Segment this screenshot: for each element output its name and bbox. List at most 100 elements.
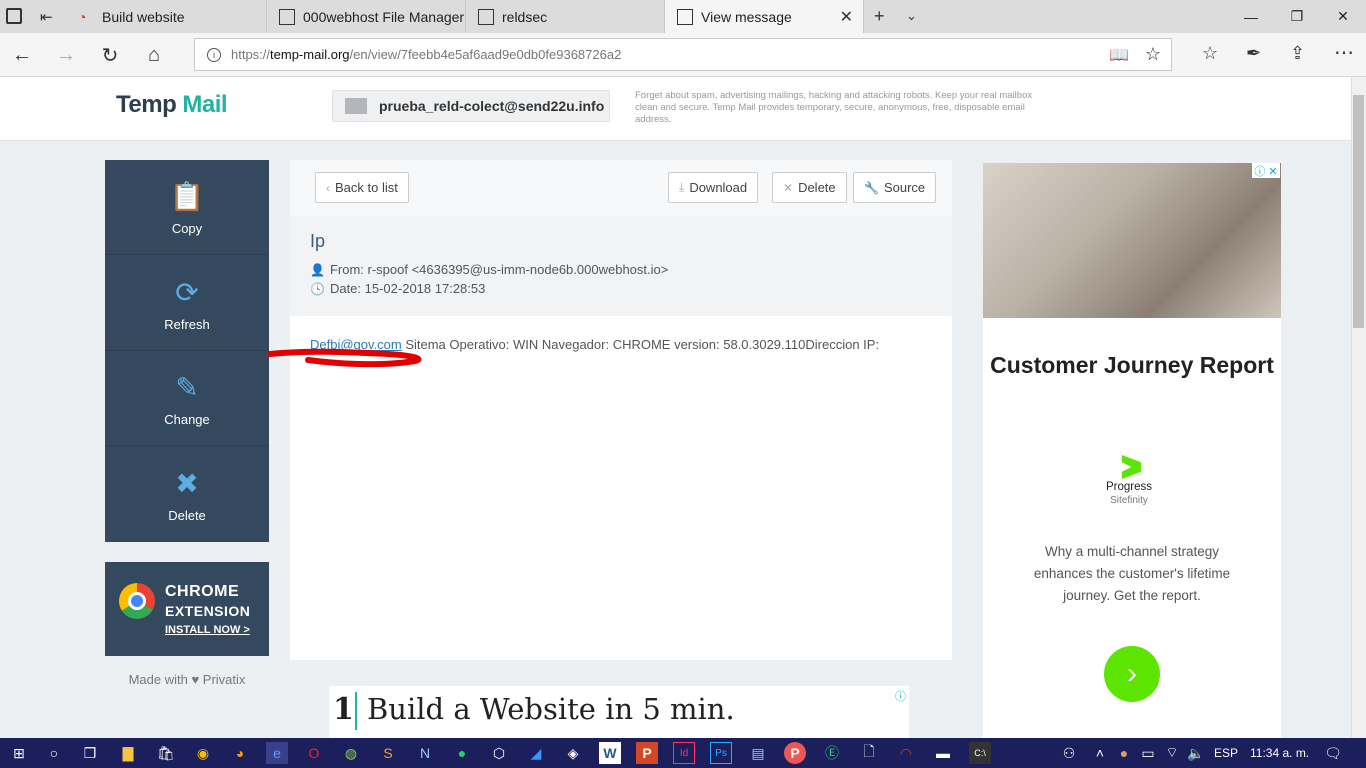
- temp-mail-logo[interactable]: Temp Mail: [116, 91, 228, 119]
- url-text: https://temp-mail.org/en/view/7feebb4e5a…: [231, 47, 622, 62]
- globe-icon[interactable]: ◍: [340, 742, 362, 764]
- volume-icon[interactable]: 🔈: [1185, 742, 1207, 764]
- people-icon[interactable]: ⚇: [1058, 742, 1080, 764]
- notepad-icon[interactable]: N: [414, 742, 436, 764]
- back-to-list-button[interactable]: ‹ Back to list: [315, 172, 409, 203]
- banner-divider: [355, 692, 357, 730]
- sublime-icon[interactable]: S: [377, 742, 399, 764]
- message-subject: Ip: [310, 231, 326, 251]
- task-view-icon[interactable]: ❒: [79, 742, 101, 764]
- email-address-box[interactable]: prueba_reld-colect@send22u.info: [332, 90, 610, 122]
- powerpoint-icon[interactable]: P: [636, 742, 658, 764]
- tab-view-message[interactable]: View message ✕: [665, 0, 864, 33]
- ad-brand: Progress: [1105, 481, 1153, 493]
- info-icon[interactable]: i: [207, 47, 221, 62]
- e-app-icon[interactable]: Ⓔ: [821, 742, 843, 764]
- change-button[interactable]: ✎ Change: [105, 351, 269, 446]
- tab-reldsec[interactable]: reldsec: [466, 0, 665, 33]
- p-app-icon[interactable]: P: [784, 742, 806, 764]
- forward-icon[interactable]: →: [44, 33, 88, 77]
- home-icon[interactable]: ⌂: [132, 33, 176, 77]
- download-icon: ⤓: [679, 180, 685, 194]
- tray-chevron-up-icon[interactable]: ˄: [1089, 742, 1111, 764]
- document-icon[interactable]: 🗋: [858, 742, 880, 764]
- ad-info-icon[interactable]: ⓘ: [895, 688, 906, 704]
- change-label: Change: [164, 411, 210, 427]
- close-window-button[interactable]: ✕: [1320, 0, 1366, 33]
- indesign-icon[interactable]: Id: [673, 742, 695, 764]
- wifi-icon[interactable]: ⌔: [1161, 742, 1183, 764]
- email-address[interactable]: prueba_reld-colect@send22u.info: [379, 98, 604, 114]
- tab-manager-icon[interactable]: [6, 8, 22, 24]
- page-icon: [279, 8, 295, 25]
- tab-file-manager[interactable]: 000webhost File Manager: [267, 0, 466, 33]
- word-icon[interactable]: W: [599, 742, 621, 764]
- red-scribble-redaction: [268, 348, 422, 368]
- tray-app-icon[interactable]: ●: [1113, 742, 1135, 764]
- refresh-label: Refresh: [164, 316, 210, 332]
- download-button[interactable]: ⤓ Download: [668, 172, 759, 203]
- firefox-icon[interactable]: ◕: [229, 742, 251, 764]
- more-icon[interactable]: ⋯: [1334, 40, 1354, 65]
- action-center-icon[interactable]: 🗨: [1322, 742, 1344, 764]
- terminal-icon[interactable]: C:\: [969, 742, 991, 764]
- cube-icon[interactable]: ⬡: [488, 742, 510, 764]
- tab-label: View message: [701, 8, 792, 25]
- close-tab-icon[interactable]: ✕: [840, 7, 853, 27]
- message-from: 👤 From: r-spoof <4636395@us-imm-node6b.0…: [310, 262, 668, 277]
- opera-icon[interactable]: O: [303, 742, 325, 764]
- store-icon[interactable]: 🛍: [155, 742, 177, 764]
- restore-button[interactable]: ❐: [1274, 0, 1320, 33]
- app-icon[interactable]: ◢: [525, 742, 547, 764]
- share-icon[interactable]: ⇪: [1290, 43, 1305, 64]
- install-now-link[interactable]: INSTALL NOW >: [165, 624, 250, 636]
- banner-text: Build a Website in 5 min.: [367, 692, 735, 726]
- eye-icon[interactable]: ◈: [562, 742, 584, 764]
- url-bar[interactable]: i https://temp-mail.org/en/view/7feebb4e…: [194, 38, 1172, 71]
- source-button[interactable]: 🔧 Source: [853, 172, 937, 203]
- tab-label: Build website: [102, 8, 185, 25]
- file-explorer-icon[interactable]: ▇: [117, 742, 139, 764]
- windows-start-icon[interactable]: ⊞: [8, 742, 30, 764]
- tab-label: 000webhost File Manager: [303, 8, 465, 25]
- edge-icon[interactable]: e: [266, 742, 288, 764]
- ad-brand-sub: Sitefinity: [1110, 495, 1148, 506]
- refresh-button[interactable]: ⟳ Refresh: [105, 256, 269, 351]
- minimize-button[interactable]: —: [1228, 0, 1274, 33]
- delete-message-label: Delete: [798, 180, 836, 195]
- header-description: Forget about spam, advertising mailings,…: [635, 90, 1033, 125]
- ad-choices-icon[interactable]: ⓘ ✕: [1252, 163, 1280, 178]
- delete-address-button[interactable]: ✖ Delete: [105, 447, 269, 542]
- pen-icon[interactable]: ✒: [1246, 43, 1261, 64]
- chevron-down-icon[interactable]: ⌄: [906, 8, 917, 24]
- back-icon[interactable]: ←: [0, 33, 44, 77]
- page-icon: [677, 8, 693, 25]
- tab-build-website[interactable]: ◔ Build website: [66, 0, 267, 33]
- favorites-hub-icon[interactable]: ☆: [1202, 43, 1218, 64]
- input-language[interactable]: ESP: [1214, 738, 1238, 768]
- ad-arrow-button[interactable]: ›: [1104, 646, 1160, 702]
- spotify-icon[interactable]: ●: [451, 742, 473, 764]
- ad-title: Customer Journey Report: [990, 352, 1274, 378]
- delete-message-button[interactable]: ✕ Delete: [772, 172, 847, 203]
- scrollbar-thumb[interactable]: [1353, 95, 1364, 328]
- reading-view-icon[interactable]: 📖: [1109, 45, 1129, 65]
- window-icon[interactable]: ▤: [747, 742, 769, 764]
- refresh-page-icon[interactable]: ↻: [88, 33, 132, 77]
- system-clock[interactable]: 11:34 a. m.: [1250, 738, 1309, 768]
- chrome-subtitle: EXTENSION: [165, 603, 251, 619]
- battery-icon[interactable]: ▭: [1137, 742, 1159, 764]
- envelope-icon: [345, 98, 367, 114]
- wrench-icon: 🔧: [864, 180, 879, 195]
- set-aside-tabs-icon[interactable]: ⇤: [40, 8, 53, 26]
- arc-icon[interactable]: ◠: [895, 742, 917, 764]
- cortana-icon[interactable]: ○: [43, 742, 65, 764]
- new-tab-icon[interactable]: +: [874, 6, 885, 27]
- copy-button[interactable]: 📋 Copy: [105, 160, 269, 255]
- monitor-icon[interactable]: ▬: [932, 742, 954, 764]
- favorite-star-icon[interactable]: ☆: [1145, 44, 1161, 65]
- photoshop-icon[interactable]: Ps: [710, 742, 732, 764]
- chrome-taskbar-icon[interactable]: ◉: [192, 742, 214, 764]
- page-icon: [478, 8, 494, 25]
- close-icon: ✖: [175, 468, 199, 499]
